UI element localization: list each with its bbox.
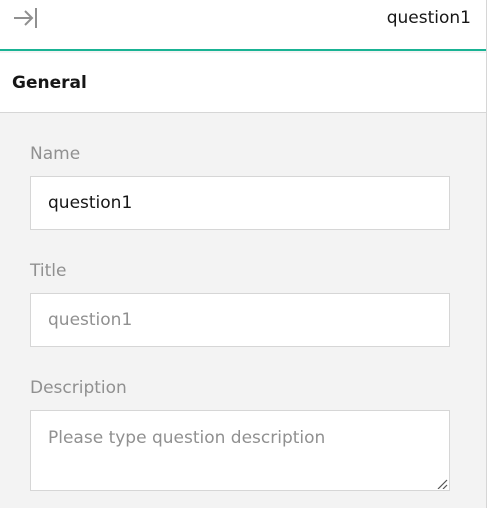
collapse-panel-button[interactable] [12, 6, 38, 30]
selected-element-name: question1 [386, 8, 471, 28]
name-label: Name [30, 144, 81, 164]
collapse-right-icon [14, 8, 37, 28]
title-input[interactable] [30, 293, 450, 347]
panel-topbar: question1 [0, 0, 486, 51]
property-panel: question1 General Name Title Description [0, 0, 487, 508]
section-title: General [12, 73, 87, 93]
section-general-header[interactable]: General [0, 53, 486, 113]
description-label: Description [30, 378, 127, 398]
name-input[interactable] [30, 176, 450, 230]
resize-grip-icon[interactable] [436, 479, 448, 489]
description-textarea[interactable] [30, 410, 450, 491]
title-label: Title [30, 261, 67, 281]
